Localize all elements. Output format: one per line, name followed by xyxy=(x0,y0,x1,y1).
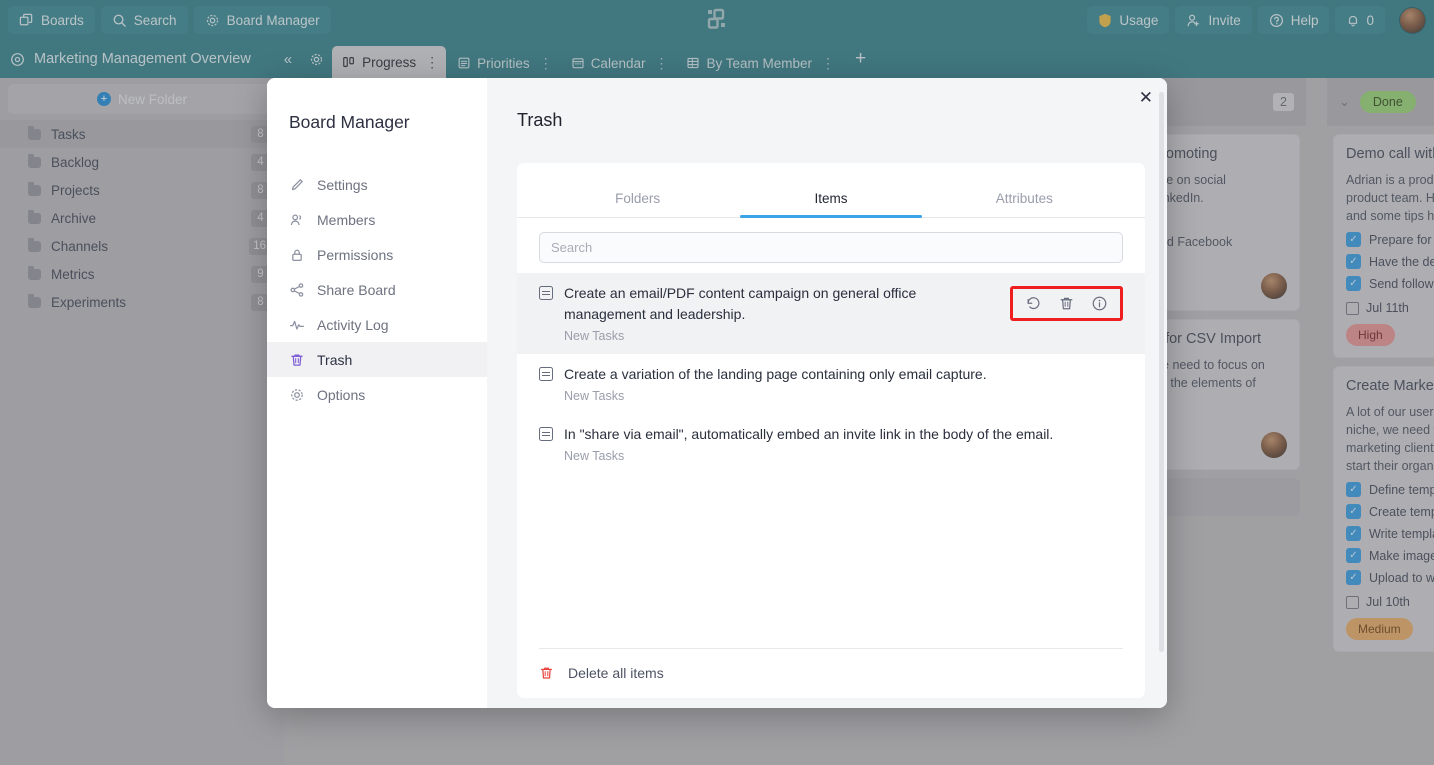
search-input[interactable] xyxy=(539,232,1123,263)
dialog-nav-label: Activity Log xyxy=(317,316,389,333)
trash-icon xyxy=(289,352,305,368)
dialog-nav-settings[interactable]: Settings xyxy=(267,167,487,202)
item-card-icon xyxy=(539,367,553,381)
trash-item[interactable]: In "share via email", automatically embe… xyxy=(517,414,1145,474)
dialog-nav-label: Options xyxy=(317,386,366,403)
dialog-nav-label: Share Board xyxy=(317,281,396,298)
restore-icon xyxy=(1027,297,1040,310)
trash-items-list: Create an email/PDF content campaign on … xyxy=(517,263,1145,648)
restore-item-button[interactable] xyxy=(1025,295,1042,312)
dialog-sidebar: Board Manager Settings Members Permissions… xyxy=(267,78,487,708)
tab-attributes[interactable]: Attributes xyxy=(928,179,1121,217)
trash-tabs: Folders Items Attributes xyxy=(517,179,1145,218)
dialog-nav-label: Permissions xyxy=(317,246,394,263)
trash-panel-footer: Delete all items xyxy=(539,648,1123,698)
dialog-nav-members[interactable]: Members xyxy=(267,202,487,237)
delete-all-items-label: Delete all items xyxy=(568,665,664,681)
share-icon xyxy=(289,282,305,298)
dialog-nav-share-board[interactable]: Share Board xyxy=(267,272,487,307)
info-icon xyxy=(1092,296,1107,311)
item-card-icon xyxy=(539,427,553,441)
dialog-nav-activity-log[interactable]: Activity Log xyxy=(267,307,487,342)
trash-item-location: New Tasks xyxy=(564,389,625,403)
dialog-nav-trash[interactable]: Trash xyxy=(267,342,487,377)
tab-items[interactable]: Items xyxy=(734,179,927,218)
board-manager-dialog: Board Manager Settings Members Permissions… xyxy=(267,78,1167,708)
activity-icon xyxy=(289,317,305,333)
trash-item-location: New Tasks xyxy=(564,449,625,463)
dialog-content: ✕ Trash Folders Items Attributes Create … xyxy=(487,78,1167,708)
search-field-wrap xyxy=(517,218,1145,263)
item-card-icon xyxy=(539,286,553,300)
trash-item-actions xyxy=(1010,286,1123,321)
trash-item-body: Create a variation of the landing page c… xyxy=(564,364,1123,403)
delete-all-items-button[interactable]: Delete all items xyxy=(539,665,1123,681)
trash-item-body: In "share via email", automatically embe… xyxy=(564,424,1123,463)
trash-item-title: Create a variation of the landing page c… xyxy=(564,366,987,382)
dialog-nav-options[interactable]: Options xyxy=(267,377,487,412)
close-icon[interactable]: ✕ xyxy=(1139,89,1153,106)
trash-icon xyxy=(541,667,552,679)
dialog-nav-label: Trash xyxy=(317,351,353,368)
info-item-button[interactable] xyxy=(1091,295,1108,312)
members-icon xyxy=(289,212,305,228)
dialog-nav-list: Settings Members Permissions Share Board Act… xyxy=(267,167,487,412)
trash-item-location: New Tasks xyxy=(564,329,625,343)
dialog-nav-label: Settings xyxy=(317,176,368,193)
gear-icon xyxy=(289,387,305,403)
dialog-nav-label: Members xyxy=(317,211,376,228)
trash-item[interactable]: Create an email/PDF content campaign on … xyxy=(517,273,1145,354)
tab-folders[interactable]: Folders xyxy=(541,179,734,217)
lock-icon xyxy=(289,247,305,263)
panel-heading: Trash xyxy=(517,110,563,130)
trash-item-title: In "share via email", automatically embe… xyxy=(564,426,1054,442)
app-root: + New Folder Tasks 8 Backlog 4 Projects 8 Arch… xyxy=(0,0,1434,765)
pencil-icon xyxy=(289,177,305,193)
trash-item[interactable]: Create a variation of the landing page c… xyxy=(517,354,1145,414)
dialog-nav-permissions[interactable]: Permissions xyxy=(267,237,487,272)
trash-item-title: Create an email/PDF content campaign on … xyxy=(564,285,917,322)
trash-panel: Folders Items Attributes Create an email… xyxy=(517,163,1145,698)
delete-icon xyxy=(1060,297,1073,310)
dialog-scrollbar[interactable] xyxy=(1159,92,1164,652)
delete-item-button[interactable] xyxy=(1058,295,1075,312)
dialog-title: Board Manager xyxy=(289,112,410,132)
